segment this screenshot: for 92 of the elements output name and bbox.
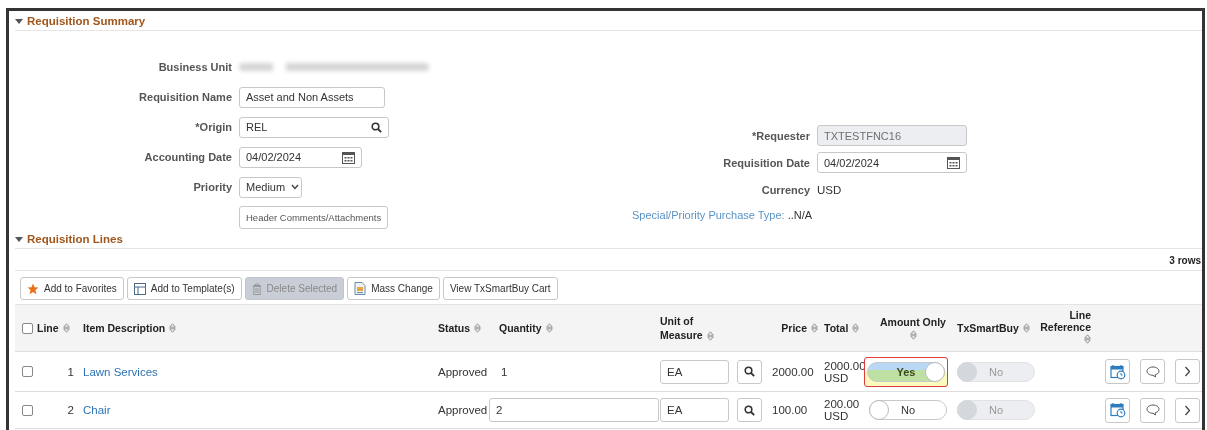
calendar-icon bbox=[342, 150, 355, 164]
column-header[interactable]: Amount Only bbox=[869, 316, 957, 340]
field-label: *Requester bbox=[751, 129, 810, 142]
calendar-clock-icon bbox=[1109, 402, 1126, 418]
column-header[interactable]: Unit of Measure bbox=[660, 314, 730, 342]
unit-field[interactable]: EA bbox=[660, 359, 729, 384]
total-text: USD bbox=[824, 371, 849, 384]
layout-icon bbox=[133, 282, 146, 295]
line-number: 2 bbox=[67, 404, 74, 416]
calendar-clock-icon bbox=[1109, 363, 1126, 380]
row-count: 3 rows bbox=[1169, 255, 1201, 266]
trash-icon bbox=[251, 282, 262, 295]
sort-icon[interactable] bbox=[62, 323, 70, 333]
field-label: Priority bbox=[193, 181, 232, 193]
priority-dropdown[interactable]: Medium bbox=[239, 176, 302, 198]
comments-button[interactable]: Header Comments/Attachments bbox=[239, 205, 389, 229]
input-field[interactable]: Asset and Non Assets bbox=[239, 86, 385, 108]
column-header[interactable]: Price bbox=[781, 322, 818, 334]
calendar-icon bbox=[947, 156, 960, 169]
sort-icon[interactable] bbox=[852, 323, 860, 333]
column-header[interactable]: Total bbox=[824, 322, 860, 334]
lookup-field[interactable]: REL bbox=[239, 116, 389, 138]
search-icon bbox=[371, 121, 382, 133]
status-text: Approved bbox=[438, 404, 488, 416]
toggle-switch: No bbox=[957, 361, 1035, 382]
field-label: *Origin bbox=[195, 121, 232, 133]
column-header[interactable]: Line Reference bbox=[1043, 309, 1091, 344]
schedule-button[interactable] bbox=[1105, 397, 1130, 423]
item-link[interactable]: Chair bbox=[83, 404, 111, 416]
field-label: Business Unit bbox=[158, 61, 232, 73]
sort-icon[interactable] bbox=[1084, 334, 1091, 344]
column-header[interactable]: Line bbox=[37, 322, 70, 334]
sort-icon[interactable] bbox=[909, 330, 917, 340]
total-text: USD bbox=[824, 410, 849, 422]
line-number: 1 bbox=[67, 365, 74, 378]
column-header[interactable]: TxSmartBuy bbox=[957, 322, 1030, 334]
section-title[interactable]: Requisition Lines bbox=[27, 232, 123, 245]
checkbox[interactable] bbox=[21, 322, 33, 334]
star-icon bbox=[27, 282, 39, 295]
purchase-type-value: ..N/A bbox=[787, 209, 813, 221]
column-header[interactable]: Item Description bbox=[83, 322, 177, 334]
price-text: 100.00 bbox=[772, 404, 808, 416]
caret-icon[interactable] bbox=[15, 234, 23, 243]
toggle-switch: No bbox=[957, 400, 1035, 420]
checkbox[interactable] bbox=[21, 366, 33, 377]
sort-icon[interactable] bbox=[474, 323, 482, 333]
speech-bubble-icon bbox=[1145, 404, 1160, 416]
total-text: 200.00 bbox=[824, 398, 860, 410]
column-header[interactable]: Quantity bbox=[499, 322, 553, 334]
search-button[interactable] bbox=[737, 398, 762, 422]
checkbox[interactable] bbox=[21, 404, 33, 416]
search-button[interactable] bbox=[737, 359, 762, 384]
field-value: USD bbox=[817, 183, 842, 196]
input-field: TXTESTFNC16 bbox=[817, 125, 967, 146]
unit-field[interactable]: EA bbox=[660, 398, 729, 422]
document-icon bbox=[354, 282, 367, 295]
search-icon bbox=[744, 404, 755, 416]
sort-icon[interactable] bbox=[545, 323, 553, 333]
comment-button[interactable] bbox=[1140, 397, 1165, 423]
field-label: Accounting Date bbox=[144, 151, 232, 163]
sort-icon[interactable] bbox=[706, 331, 714, 342]
section-title[interactable]: Requisition Summary bbox=[27, 14, 146, 27]
toolbar-button[interactable]: Add to Template(s) bbox=[126, 277, 242, 300]
sort-icon[interactable] bbox=[169, 323, 177, 333]
field-label: Requisition Name bbox=[139, 91, 232, 103]
chevron-down-icon bbox=[291, 184, 300, 190]
comment-button[interactable] bbox=[1140, 359, 1165, 384]
toolbar-button[interactable]: Mass Change bbox=[347, 277, 440, 300]
column-header[interactable]: Status bbox=[438, 322, 482, 334]
date-field[interactable]: 04/02/2024 bbox=[239, 146, 362, 168]
speech-bubble-icon bbox=[1145, 365, 1160, 378]
field-label: Requisition Date bbox=[723, 156, 810, 169]
sort-icon[interactable] bbox=[811, 323, 818, 333]
details-button[interactable] bbox=[1175, 359, 1200, 384]
schedule-button[interactable] bbox=[1105, 359, 1130, 384]
chevron-right-icon bbox=[1184, 366, 1191, 377]
details-button[interactable] bbox=[1175, 397, 1200, 423]
field-label: Currency bbox=[761, 183, 810, 196]
caret-icon[interactable] bbox=[15, 16, 23, 25]
search-icon bbox=[744, 366, 755, 377]
toggle-switch[interactable]: Yes bbox=[867, 361, 945, 382]
status-text: Approved bbox=[438, 365, 488, 378]
date-field[interactable]: 04/02/2024 bbox=[817, 152, 967, 173]
quantity-field[interactable]: 2 bbox=[489, 398, 659, 422]
chevron-right-icon bbox=[1184, 404, 1191, 416]
toolbar-button[interactable]: View TxSmartBuy Cart bbox=[442, 277, 558, 300]
toggle-switch[interactable]: No bbox=[869, 400, 947, 420]
item-link[interactable]: Lawn Services bbox=[83, 365, 158, 378]
sort-icon[interactable] bbox=[1022, 323, 1030, 333]
toolbar-button[interactable]: Add to Favorites bbox=[20, 277, 124, 300]
quantity-text: 1 bbox=[500, 365, 508, 378]
price-text: 2000.00 bbox=[772, 365, 814, 378]
